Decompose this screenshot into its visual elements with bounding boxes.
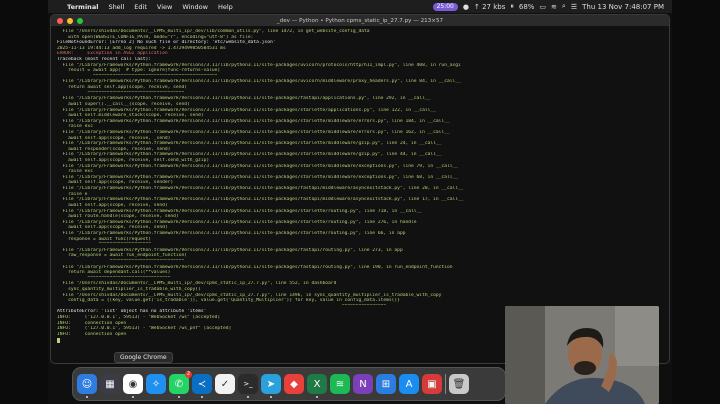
photobooth-icon[interactable]: ▣ xyxy=(422,374,442,394)
excel-icon[interactable]: X xyxy=(307,374,327,398)
trash-glyph: 🗑 xyxy=(452,378,466,390)
finder-icon[interactable]: ☺ xyxy=(77,374,97,398)
running-indicator xyxy=(201,396,203,398)
finder-glyph: ☺ xyxy=(81,378,93,390)
windows-glyph: ⊞ xyxy=(381,378,391,390)
menu-view[interactable]: View xyxy=(152,3,177,11)
vscode-glyph: ≺ xyxy=(197,378,207,390)
network-speed[interactable]: ↑ 27 kbs xyxy=(474,3,505,11)
video-frame: Terminal Shell Edit View Window Help 25:… xyxy=(0,0,720,404)
running-indicator xyxy=(270,396,272,398)
telegram-icon[interactable]: ➤ xyxy=(261,374,281,398)
menu-window[interactable]: Window xyxy=(177,3,213,11)
right-pillarbox xyxy=(672,0,720,404)
menu-bar: Terminal Shell Edit View Window Help 25:… xyxy=(48,0,672,13)
vscode-icon[interactable]: ≺ xyxy=(192,374,212,398)
dock-separator xyxy=(445,374,446,394)
left-pillarbox xyxy=(0,0,48,404)
spotify-glyph: ≋ xyxy=(335,378,345,390)
excel-glyph: X xyxy=(313,378,321,390)
appstore-glyph: A xyxy=(405,378,413,390)
chrome-icon[interactable]: ◉ xyxy=(123,374,143,398)
record-icon[interactable]: ● xyxy=(463,3,469,11)
terminal-glyph: >_ xyxy=(243,380,253,388)
window-titlebar[interactable]: _dev — Python • Python cpms_static_ip_27… xyxy=(51,15,669,26)
cursor-icon xyxy=(57,337,60,343)
launchpad-glyph: ▦ xyxy=(105,378,115,390)
notification-badge: 2 xyxy=(184,371,192,378)
clock[interactable]: Thu 13 Nov 7:48:07 PM xyxy=(582,3,664,11)
chrome-glyph: ◉ xyxy=(128,378,138,390)
control-center-icon[interactable]: ☰ xyxy=(571,3,577,11)
whatsapp-icon[interactable]: ✆ 2 xyxy=(169,371,192,398)
windows-icon[interactable]: ⊞ xyxy=(376,374,396,394)
battery-icon[interactable]: ▭ xyxy=(539,3,546,11)
dock-tooltip: Google Chrome xyxy=(114,352,173,363)
appstore-icon[interactable]: A xyxy=(399,374,419,394)
anydesk-glyph: ◆ xyxy=(290,378,298,390)
webcam-overlay xyxy=(505,306,659,404)
safari-icon[interactable]: ✧ xyxy=(146,374,166,394)
notes-glyph: ✓ xyxy=(220,378,230,390)
menu-edit[interactable]: Edit xyxy=(129,3,152,11)
terminal-icon[interactable]: >_ xyxy=(238,374,258,398)
pause-icon[interactable]: ⏸ xyxy=(510,2,514,11)
whatsapp-glyph: ✆ xyxy=(174,378,184,390)
onenote-glyph: N xyxy=(359,378,367,390)
running-indicator xyxy=(316,396,318,398)
menu-shell[interactable]: Shell xyxy=(103,3,129,11)
trash-icon[interactable]: 🗑 xyxy=(449,374,469,394)
menu-help[interactable]: Help xyxy=(213,3,238,11)
presenter-video xyxy=(505,306,659,404)
photobooth-glyph: ▣ xyxy=(427,378,437,390)
launchpad-icon[interactable]: ▦ xyxy=(100,374,120,394)
menu-terminal[interactable]: Terminal xyxy=(62,3,103,11)
dock: ☺ ▦ ◉ ✧ ✆ 2 ≺ ✓ >_ ➤ ◆ X ≋ N ⊞ A ▣ 🗑 xyxy=(72,367,506,401)
telegram-glyph: ➤ xyxy=(266,378,276,390)
menu-status-area: 25:00 ● ↑ 27 kbs ⏸ 68% ▭ ≋ ⌕ ☰ Thu 13 No… xyxy=(432,2,672,11)
spotify-icon[interactable]: ≋ xyxy=(330,374,350,394)
anydesk-icon[interactable]: ◆ xyxy=(284,374,304,394)
mac-desktop: Terminal Shell Edit View Window Help 25:… xyxy=(48,0,672,404)
running-indicator xyxy=(178,396,180,398)
running-indicator xyxy=(86,396,88,398)
battery-percent[interactable]: 68% xyxy=(519,3,535,11)
wifi-icon[interactable]: ≋ xyxy=(551,3,557,11)
running-indicator xyxy=(247,396,249,398)
notes-icon[interactable]: ✓ xyxy=(215,374,235,394)
search-icon[interactable]: ⌕ xyxy=(562,2,566,11)
safari-glyph: ✧ xyxy=(151,378,161,390)
window-title: _dev — Python • Python cpms_static_ip_27… xyxy=(276,17,444,24)
running-indicator xyxy=(132,396,134,398)
timer-status-pill[interactable]: 25:00 xyxy=(432,2,458,11)
onenote-icon[interactable]: N xyxy=(353,374,373,394)
